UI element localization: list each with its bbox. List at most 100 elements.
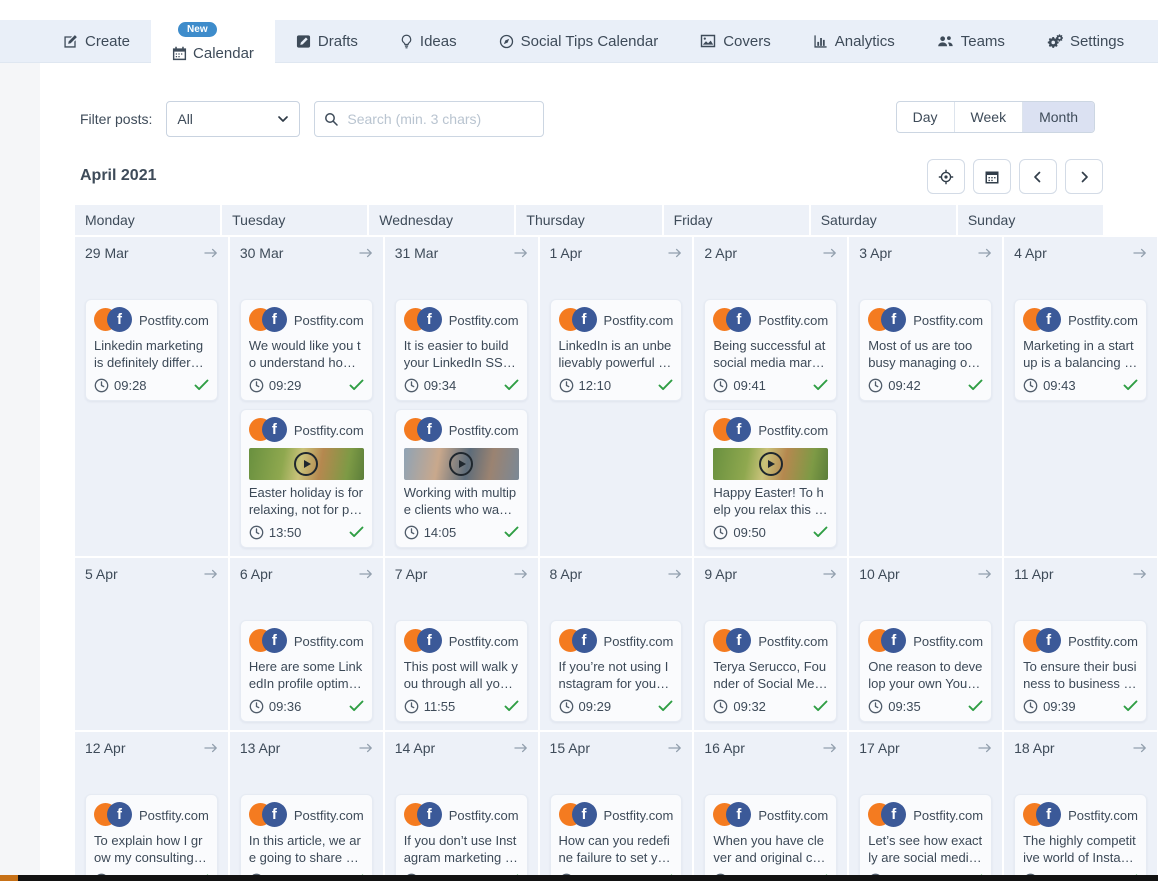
day-cell[interactable]: 14 Apr f Postfity.com If you don’t use Inst… <box>384 732 538 881</box>
nav-item-analytics[interactable]: Analytics <box>792 20 916 62</box>
post-card[interactable]: f Postfity.com Marketing in a startup is a… <box>1014 299 1147 401</box>
post-card[interactable]: f Postfity.com Being successful at social … <box>704 299 838 401</box>
day-cell[interactable]: 17 Apr f Postfity.com Let’s see how exactly… <box>849 732 1003 881</box>
day-view-arrow[interactable] <box>1133 743 1147 753</box>
day-view-arrow[interactable] <box>978 248 992 258</box>
post-card[interactable]: f Postfity.com LinkedIn is an unbelievably… <box>549 299 683 401</box>
day-view-arrow[interactable] <box>204 743 218 753</box>
post-time: 09:36 <box>268 698 302 714</box>
post-card[interactable]: f Postfity.com One reason to develop your … <box>859 620 993 722</box>
post-card[interactable]: f Postfity.com If you don’t use Instagram … <box>394 794 528 881</box>
nav-item-create[interactable]: Create <box>42 20 151 62</box>
day-view-arrow[interactable] <box>978 569 992 579</box>
prev-month-button[interactable] <box>1019 159 1057 194</box>
post-card[interactable]: f Postfity.com When you have clever and or… <box>704 794 838 881</box>
post-card[interactable]: f Postfity.com Linkedin marketing is defin… <box>85 299 218 401</box>
day-view-arrow[interactable] <box>823 248 837 258</box>
post-card[interactable]: f Postfity.com How can you redefine failur… <box>549 794 683 881</box>
post-card[interactable]: f Postfity.com The highly competitive worl… <box>1014 794 1147 881</box>
post-account-row: f Postfity.com <box>558 307 674 333</box>
post-card[interactable]: f Postfity.com Working with multipe client… <box>394 409 528 548</box>
view-toggle-month[interactable]: Month <box>1022 102 1094 132</box>
view-toggle-week[interactable]: Week <box>953 102 1023 132</box>
day-view-arrow[interactable] <box>513 743 528 753</box>
day-cell[interactable]: 18 Apr f Postfity.com The highly competitiv… <box>1004 732 1157 881</box>
day-view-arrow[interactable] <box>1133 569 1147 579</box>
day-cell[interactable]: 8 Apr f Postfity.com If you’re not using In… <box>539 558 693 730</box>
day-cell[interactable]: 3 Apr f Postfity.com Most of us are too bus… <box>849 237 1003 556</box>
post-time: 12:10 <box>578 377 612 393</box>
day-view-arrow[interactable] <box>1133 248 1147 258</box>
post-card[interactable]: f Postfity.com In this article, we are goi… <box>239 794 373 881</box>
account-name: Postfity.com <box>603 312 674 328</box>
day-cell[interactable]: 1 Apr f Postfity.com LinkedIn is an unbelie… <box>539 237 693 556</box>
day-view-arrow[interactable] <box>668 743 682 753</box>
day-cell[interactable]: 5 Apr <box>75 558 228 730</box>
post-card[interactable]: f Postfity.com Most of us are too busy man… <box>859 299 993 401</box>
day-view-arrow[interactable] <box>359 248 373 258</box>
day-cell-header: 13 Apr <box>230 732 383 760</box>
day-view-arrow[interactable] <box>668 569 682 579</box>
day-cell-header: 30 Mar <box>230 237 383 265</box>
day-cell[interactable]: 11 Apr f Postfity.com To ensure their busin… <box>1004 558 1157 730</box>
account-name: Postfity.com <box>139 807 209 823</box>
post-card[interactable]: f Postfity.com Happy Easter! To help you r… <box>704 409 838 548</box>
search-input[interactable] <box>345 110 535 128</box>
day-cell[interactable]: 12 Apr f Postfity.com To explain how I grow… <box>75 732 228 881</box>
compass-icon <box>499 34 514 49</box>
day-cell[interactable]: 4 Apr f Postfity.com Marketing in a startup… <box>1004 237 1157 556</box>
day-cell[interactable]: 29 Mar f Postfity.com Linkedin marketing is… <box>75 237 228 556</box>
nav-item-teams[interactable]: Teams <box>916 20 1026 62</box>
search-box[interactable] <box>314 101 545 137</box>
day-cell[interactable]: 7 Apr f Postfity.com This post will walk yo… <box>384 558 538 730</box>
day-view-arrow[interactable] <box>823 743 837 753</box>
post-card[interactable]: f Postfity.com If you’re not using Instagr… <box>549 620 683 722</box>
post-card[interactable]: f Postfity.com We would like you to unders… <box>239 299 373 401</box>
main-nav: Create New Calendar Drafts Ideas Social Tips … <box>0 20 1158 63</box>
today-locate-button[interactable] <box>927 159 965 194</box>
day-cell[interactable]: 30 Mar f Postfity.com We would like you to … <box>229 237 383 556</box>
nav-item-covers[interactable]: Covers <box>679 20 792 62</box>
post-card[interactable]: f Postfity.com This post will walk you thr… <box>394 620 528 722</box>
day-view-arrow[interactable] <box>823 569 837 579</box>
day-view-arrow[interactable] <box>513 248 528 258</box>
nav-item-social-tips-calendar[interactable]: Social Tips Calendar <box>478 20 680 62</box>
day-view-arrow[interactable] <box>359 743 373 753</box>
day-cell[interactable]: 31 Mar f Postfity.com It is easier to build… <box>384 237 538 556</box>
post-card[interactable]: f Postfity.com Easter holiday is for relax… <box>239 409 373 548</box>
day-cell[interactable]: 9 Apr f Postfity.com Terya Serucco, Founder… <box>694 558 848 730</box>
calendar-day-headers: Monday Tuesday Wednesday Thursday Friday Satu… <box>75 205 1103 235</box>
day-view-arrow[interactable] <box>204 569 218 579</box>
day-view-arrow[interactable] <box>978 743 992 753</box>
nav-item-ideas[interactable]: Ideas <box>379 20 478 62</box>
post-card[interactable]: f Postfity.com To ensure their business to… <box>1014 620 1147 722</box>
post-card[interactable]: f Postfity.com Here are some LinkedIn prof… <box>239 620 373 722</box>
day-date-label: 10 Apr <box>859 566 900 582</box>
post-card[interactable]: f Postfity.com It is easier to build your … <box>394 299 528 401</box>
day-cell[interactable]: 16 Apr f Postfity.com When you have clever … <box>694 732 848 881</box>
posts-container: f Postfity.com If you don’t use Instagram … <box>394 794 528 881</box>
filter-dropdown[interactable]: All <box>166 101 301 137</box>
day-cell-header: 5 Apr <box>75 558 228 586</box>
nav-item-settings[interactable]: Settings <box>1026 20 1145 62</box>
day-view-arrow[interactable] <box>513 569 528 579</box>
day-cell[interactable]: 15 Apr f Postfity.com How can you redefine … <box>539 732 693 881</box>
day-cell[interactable]: 10 Apr f Postfity.com One reason to develop… <box>849 558 1003 730</box>
nav-item-drafts[interactable]: Drafts <box>275 20 379 62</box>
day-view-arrow[interactable] <box>668 248 682 258</box>
view-toggle-day[interactable]: Day <box>897 102 954 132</box>
post-footer: 11:55 <box>404 697 519 715</box>
day-view-arrow[interactable] <box>359 569 373 579</box>
next-month-button[interactable] <box>1065 159 1103 194</box>
clock-icon <box>559 378 574 393</box>
day-view-arrow[interactable] <box>204 248 218 258</box>
day-cell[interactable]: 13 Apr f Postfity.com In this article, we a… <box>229 732 383 881</box>
nav-item-calendar[interactable]: New Calendar <box>151 20 275 63</box>
post-card[interactable]: f Postfity.com Let’s see how exactly are s… <box>859 794 993 881</box>
day-cell[interactable]: 2 Apr f Postfity.com Being successful at so… <box>694 237 848 556</box>
post-card[interactable]: f Postfity.com To explain how I grow my co… <box>85 794 218 881</box>
post-card[interactable]: f Postfity.com Terya Serucco, Founder of S… <box>704 620 838 722</box>
clock-icon <box>1023 699 1038 714</box>
day-cell[interactable]: 6 Apr f Postfity.com Here are some LinkedIn… <box>229 558 383 730</box>
date-picker-button[interactable] <box>973 159 1011 194</box>
